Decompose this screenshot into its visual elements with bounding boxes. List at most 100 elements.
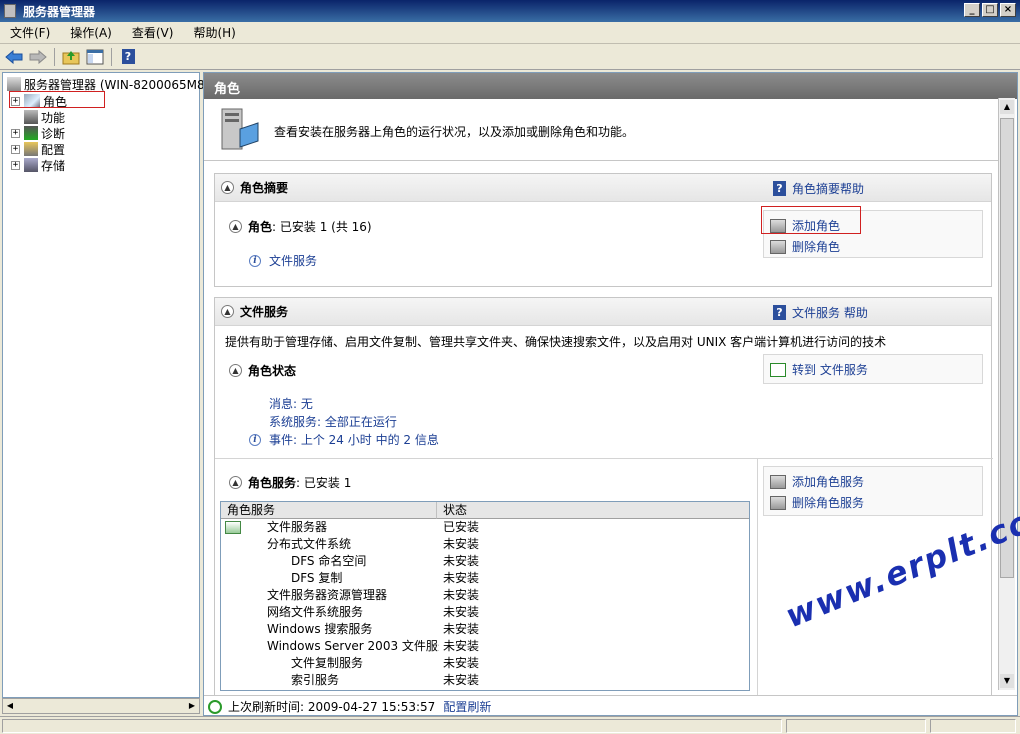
roles-banner-icon [218,107,262,153]
remove-roles-link[interactable]: 删除角色 [770,238,840,255]
configure-refresh-link[interactable]: 配置刷新 [443,698,491,715]
console-tree-icon [86,49,104,64]
expand-icon[interactable]: + [11,144,20,154]
menu-help[interactable]: 帮助(H) [183,24,245,41]
section-title: 文件服务 [240,305,289,319]
back-button[interactable] [4,47,24,67]
column-header-status[interactable]: 状态 [437,502,749,519]
main-header: 角色 [204,73,1017,99]
collapse-icon[interactable]: ▲ [229,220,242,233]
table-row[interactable]: 文件服务器 已安装 [221,519,749,536]
table-row[interactable]: 索引服务 未安装 [221,672,749,689]
menu-action[interactable]: 操作(A) [60,24,122,41]
info-icon: i [249,433,261,446]
configuration-icon [24,142,38,156]
tree-item-label: 诊断 [41,126,66,141]
collapse-icon[interactable]: ▲ [221,305,234,318]
scroll-down-icon[interactable]: ▼ [1000,674,1014,688]
table-row[interactable]: Windows 搜索服务 未安装 [221,621,749,638]
role-services-table: 角色服务 状态 文件服务器 已安装 分布式文件系统 未安装 DFS 命名空间 未… [220,501,750,691]
role-item-file-services[interactable]: i 文件服务 [249,252,317,269]
scroll-up-icon[interactable]: ▲ [1000,100,1014,114]
server-manager-icon [4,4,16,18]
title-bar: 服务器管理器 _ □ × [0,0,1020,22]
installed-icon [225,521,241,534]
features-icon [24,110,38,124]
main-pane: 角色 查看安装在服务器上角色的运行状况，以及添加或删除角色和功能。 ▲ 角色摘要… [203,72,1018,716]
roles-count: ▲ 角色 : 已安装 1 (共 16) [229,218,372,235]
go-to-icon [770,362,786,377]
add-role-services-icon [770,474,786,489]
forward-arrow-icon [29,49,47,64]
forward-button[interactable] [28,47,48,67]
table-row[interactable]: Windows Server 2003 文件服务 未安装 [221,638,749,655]
role-status-actions: 转到 文件服务 [763,354,983,384]
expand-icon[interactable]: + [11,160,20,170]
column-header-role-service[interactable]: 角色服务 [221,502,437,519]
role-services-header[interactable]: ▲ 角色服务 : 已安装 1 [229,474,351,491]
table-row[interactable]: 文件复制服务 未安装 [221,655,749,672]
roles-summary-help-link[interactable]: ? 角色摘要帮助 [773,180,864,197]
table-row[interactable]: 分布式文件系统 未安装 [221,536,749,553]
events-row[interactable]: i 事件: 上个 24 小时 中的 2 信息 [249,431,439,448]
table-row[interactable]: DFS 命名空间 未安装 [221,553,749,570]
server-icon [7,77,21,91]
menu-file[interactable]: 文件(F) [0,24,60,41]
last-refresh-time: 上次刷新时间: 2009-04-27 15:53:57 [228,700,436,714]
status-bar [0,716,1020,734]
file-services-description: 提供有助于管理存储、启用文件复制、管理共享文件夹、确保快速搜索文件，以及启用对 … [225,335,887,349]
scroll-right-icon[interactable]: ▶ [186,700,198,712]
role-services-actions: 添加角色服务 删除角色服务 [763,466,983,516]
tree-item-label: 功能 [41,110,66,125]
section-title: 角色摘要 [240,181,289,195]
highlight-box [761,206,861,234]
collapse-icon[interactable]: ▲ [229,364,242,377]
toolbar-separator [54,47,55,66]
divider [215,458,993,459]
intro-banner: 查看安装在服务器上角色的运行状况，以及添加或删除角色和功能。 [204,99,1002,161]
expand-icon[interactable]: + [11,128,20,138]
highlight-box [9,91,105,108]
tree-item-features[interactable]: 功能 [24,109,65,125]
remove-role-services-icon [770,495,786,510]
menu-bar: 文件(F) 操作(A) 查看(V) 帮助(H) [0,22,1020,44]
scroll-left-icon[interactable]: ◀ [4,700,16,712]
go-to-file-services-link[interactable]: 转到 文件服务 [770,361,868,378]
show-hide-console-tree-button[interactable] [85,47,105,67]
tree-root[interactable]: 服务器管理器 (WIN-8200065M8U [7,76,213,92]
storage-icon [24,158,38,172]
tree-root-label: 服务器管理器 (WIN-8200065M8U [24,77,214,92]
roles-label: 角色 [248,220,273,234]
help-icon: ? [121,49,135,64]
remove-role-services-link[interactable]: 删除角色服务 [770,494,864,511]
minimize-button[interactable]: _ [964,3,980,17]
intro-text: 查看安装在服务器上角色的运行状况，以及添加或删除角色和功能。 [274,125,635,139]
back-arrow-icon [5,49,23,64]
tree-item-storage[interactable]: + 存储 [11,157,65,173]
close-button[interactable]: × [1000,3,1016,17]
help-button[interactable]: ? [118,47,138,67]
tree-item-label: 配置 [41,142,66,157]
role-status-header[interactable]: ▲ 角色状态 [229,362,296,379]
menu-view[interactable]: 查看(V) [122,24,184,41]
status-pane [2,719,782,733]
file-services-header[interactable]: ▲ 文件服务 ? 文件服务 帮助 [215,298,991,326]
add-role-services-link[interactable]: 添加角色服务 [770,473,864,490]
diagnostics-icon [24,126,38,140]
messages-row[interactable]: 消息 : 无 [269,395,313,412]
roles-summary-header[interactable]: ▲ 角色摘要 ? 角色摘要帮助 [215,174,991,202]
table-row[interactable]: 文件服务器资源管理器 未安装 [221,587,749,604]
tree-item-configuration[interactable]: + 配置 [11,141,65,157]
main-vertical-scrollbar[interactable]: ▲ ▼ [998,98,1015,690]
tree-horizontal-scrollbar[interactable]: ◀ ▶ [2,698,200,714]
collapse-icon[interactable]: ▲ [229,476,242,489]
system-services-row[interactable]: 系统服务 : 全部正在运行 [269,413,397,430]
file-services-help-link[interactable]: ? 文件服务 帮助 [773,304,868,321]
up-level-button[interactable] [61,47,81,67]
status-pane [786,719,926,733]
tree-item-diagnostics[interactable]: + 诊断 [11,125,65,141]
collapse-icon[interactable]: ▲ [221,181,234,194]
table-row[interactable]: 网络文件系统服务 未安装 [221,604,749,621]
table-row[interactable]: DFS 复制 未安装 [221,570,749,587]
maximize-button[interactable]: □ [982,3,998,17]
